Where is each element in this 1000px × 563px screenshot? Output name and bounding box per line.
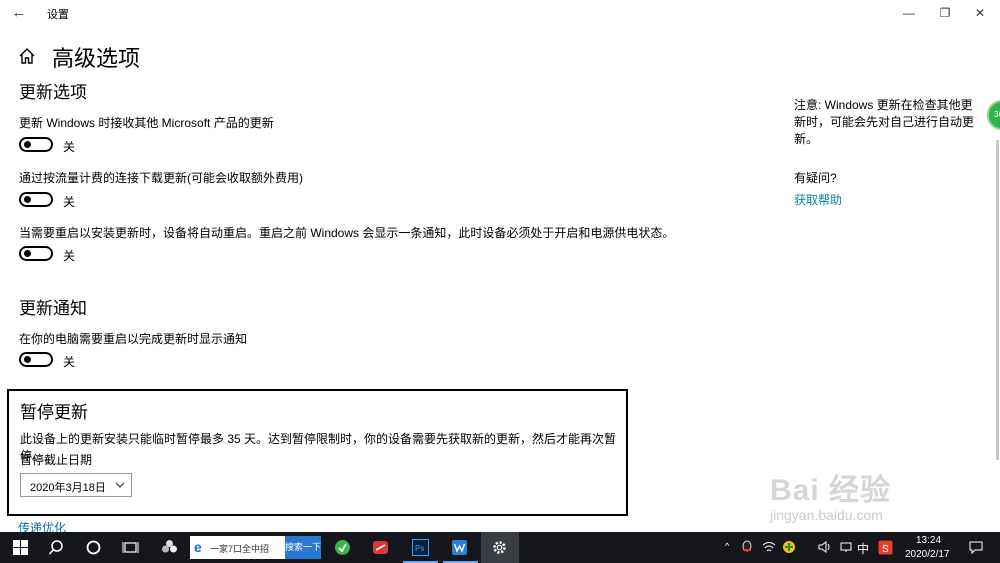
toggle-state-restart-notification: 关 bbox=[63, 355, 76, 369]
svg-text:S: S bbox=[882, 544, 889, 555]
browser-search-button[interactable]: 搜索一下 bbox=[285, 536, 321, 559]
volume-icon[interactable] bbox=[818, 540, 832, 554]
settings-taskbar-item[interactable] bbox=[481, 532, 519, 563]
network-icon[interactable] bbox=[839, 540, 853, 554]
scrollbar[interactable] bbox=[996, 140, 999, 460]
toggle-other-products[interactable] bbox=[19, 137, 53, 152]
page-title: 高级选项 bbox=[52, 46, 141, 71]
windows-start-icon[interactable] bbox=[12, 539, 29, 556]
toggle-state-metered: 关 bbox=[63, 195, 76, 209]
pause-description: 此设备上的更新安装只能临时暂停最多 35 天。达到暂停限制时，你的设备需要先获取… bbox=[20, 432, 617, 463]
toggle-knob bbox=[24, 250, 31, 257]
back-button[interactable]: ← bbox=[8, 3, 30, 23]
pause-date-label: 暂停截止日期 bbox=[20, 453, 93, 467]
svg-text:Ps: Ps bbox=[415, 544, 424, 553]
search-icon[interactable] bbox=[48, 539, 65, 556]
pause-date-dropdown[interactable]: 2020年3月18日 bbox=[20, 473, 132, 497]
toggle-restart-notification[interactable] bbox=[19, 352, 53, 367]
close-button[interactable]: ✕ bbox=[957, 0, 1000, 28]
task-view-icon[interactable] bbox=[122, 539, 139, 556]
restore-icon: ❐ bbox=[939, 6, 951, 20]
minimize-icon: — bbox=[903, 6, 915, 20]
option-label-other-products: 更新 Windows 时接收其他 Microsoft 产品的更新 bbox=[19, 116, 274, 130]
home-icon[interactable] bbox=[18, 47, 36, 65]
photoshop-icon[interactable]: Ps bbox=[412, 539, 429, 556]
back-arrow-icon: ← bbox=[11, 4, 27, 21]
pause-date-value: 2020年3月18日 bbox=[30, 482, 106, 494]
section-title-update-options: 更新选项 bbox=[19, 83, 87, 102]
sogou-ime-icon[interactable]: S bbox=[878, 540, 893, 555]
gear-icon bbox=[493, 541, 506, 554]
security-plus-icon[interactable] bbox=[782, 540, 796, 554]
option-label-restart-notification: 在你的电脑需要重启以完成更新时显示通知 bbox=[19, 332, 248, 346]
notification-icon[interactable] bbox=[969, 541, 983, 554]
toggle-knob bbox=[24, 196, 31, 203]
title-bar: ← 设置 — ❐ ✕ bbox=[0, 0, 1000, 28]
section-title-update-notifications: 更新通知 bbox=[19, 299, 87, 318]
baidu-watermark: Bai 经验 jingyan.baidu.com bbox=[760, 455, 960, 530]
ime-indicator[interactable]: 中 bbox=[857, 540, 869, 557]
watermark-main-text: Bai 经验 bbox=[770, 474, 892, 507]
tray-expand-icon[interactable]: ^ bbox=[725, 541, 729, 551]
close-icon: ✕ bbox=[974, 6, 986, 20]
app-flower-icon[interactable] bbox=[161, 539, 178, 556]
toggle-knob bbox=[24, 141, 31, 148]
ie-icon: e bbox=[194, 539, 202, 555]
section-title-pause-updates: 暂停更新 bbox=[20, 403, 88, 422]
question-heading: 有疑问? bbox=[794, 171, 837, 185]
update-note: 注意: Windows 更新在检查其他更新时，可能会先对自己进行自动更新。 bbox=[794, 98, 975, 146]
toggle-state-auto-restart: 关 bbox=[63, 249, 76, 263]
cortana-icon[interactable] bbox=[85, 539, 102, 556]
toggle-state-other-products: 关 bbox=[63, 140, 76, 154]
green-browser-icon[interactable] bbox=[334, 539, 351, 556]
pause-updates-panel: 暂停更新 此设备上的更新安装只能临时暂停最多 35 天。达到暂停限制时，你的设备… bbox=[7, 389, 628, 516]
taskbar: e 一家7口全中招 搜索一下 Ps ^ 中 S bbox=[0, 532, 1000, 563]
toggle-auto-restart[interactable] bbox=[19, 246, 53, 261]
clock-time[interactable]: 13:24 bbox=[916, 535, 941, 546]
chevron-down-icon bbox=[115, 482, 125, 488]
window-title: 设置 bbox=[47, 9, 69, 21]
floating-360-badge[interactable]: 360 bbox=[987, 100, 1000, 130]
option-label-metered: 通过按流量计费的连接下载更新(可能会收取额外费用) bbox=[19, 171, 303, 185]
browser-search-box[interactable]: e 一家7口全中招 bbox=[190, 536, 285, 559]
wps-writer-icon[interactable] bbox=[451, 539, 468, 556]
option-label-auto-restart: 当需要重启以安装更新时，设备将自动重启。重启之前 Windows 会显示一条通知… bbox=[19, 226, 675, 240]
clock-date[interactable]: 2020/2/17 bbox=[905, 549, 950, 560]
browser-search-text: 一家7口全中招 bbox=[210, 544, 270, 554]
qq-icon[interactable] bbox=[740, 540, 754, 554]
toggle-knob bbox=[24, 356, 31, 363]
toggle-metered[interactable] bbox=[19, 192, 53, 207]
get-help-link[interactable]: 获取帮助 bbox=[794, 191, 842, 208]
wifi-icon[interactable] bbox=[762, 540, 776, 554]
wps-red-icon[interactable] bbox=[372, 539, 389, 556]
watermark-url: jingyan.baidu.com bbox=[770, 507, 883, 523]
